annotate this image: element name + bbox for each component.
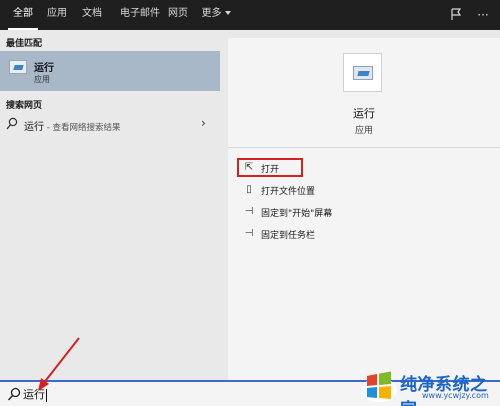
- search-input-value: 运行: [23, 388, 45, 401]
- pin-to-start-label: 固定到"开始"屏幕: [261, 209, 333, 219]
- run-app-icon: [9, 60, 27, 74]
- tab-web[interactable]: 网页: [164, 0, 192, 30]
- web-search-result[interactable]: 运行 - 查看网络搜索结果 ›: [0, 114, 220, 136]
- tab-all[interactable]: 全部: [8, 0, 38, 30]
- ellipsis-icon[interactable]: ···: [470, 0, 496, 30]
- results-pane: 最佳匹配 运行 应用 搜索网页 运行 - 查看网络搜索结果 ›: [0, 30, 222, 380]
- pin-icon: ⊣: [244, 228, 254, 239]
- best-match-heading: 最佳匹配: [6, 39, 43, 49]
- best-match-subtitle: 应用: [34, 75, 50, 84]
- open-highlight-box: [237, 158, 303, 177]
- text-cursor: [46, 388, 47, 402]
- search-icon: [7, 387, 21, 401]
- best-match-item[interactable]: 运行 应用: [0, 51, 220, 91]
- open-file-location-label: 打开文件位置: [261, 187, 316, 197]
- tab-more[interactable]: 更多: [199, 0, 233, 30]
- search-icon: [6, 117, 18, 130]
- pin-to-start-action[interactable]: ⊣ 固定到"开始"屏幕: [242, 204, 392, 220]
- detail-title: 运行: [353, 107, 375, 120]
- detail-subtitle: 应用: [354, 126, 373, 136]
- web-result-query: 运行: [24, 122, 44, 133]
- best-match-title: 运行: [34, 63, 54, 74]
- web-result-text: 运行 - 查看网络搜索结果: [24, 118, 120, 133]
- pin-icon: ⊣: [244, 206, 254, 217]
- chevron-down-icon: [224, 11, 231, 15]
- tab-apps[interactable]: 应用: [44, 0, 70, 30]
- web-result-suffix: - 查看网络搜索结果: [44, 123, 121, 133]
- divider: [228, 147, 500, 148]
- tab-documents[interactable]: 文档: [79, 0, 105, 30]
- search-filter-bar: 全部 应用 文档 电子邮件 网页 更多 ···: [0, 0, 500, 30]
- web-search-heading: 搜索网页: [6, 101, 43, 111]
- search-input[interactable]: 运行: [23, 386, 47, 402]
- open-file-location-action[interactable]: ▯ 打开文件位置: [242, 182, 392, 198]
- windows-logo-icon: [361, 371, 397, 402]
- watermark-url: www.ycwjzy.com: [422, 391, 489, 400]
- run-app-large-icon: [343, 53, 382, 92]
- file-location-icon: ▯: [246, 184, 252, 195]
- feedback-icon[interactable]: [443, 0, 469, 30]
- detail-pane: 运行 应用 ⇱ 打开 ▯ 打开文件位置 ⊣ 固定到"开始"屏幕 ⊣ 固定到任务栏: [228, 38, 500, 380]
- watermark-logo: 纯净系统之家 www.ycwjzy.com: [356, 366, 500, 406]
- tab-email[interactable]: 电子邮件: [114, 0, 166, 30]
- chevron-right-icon[interactable]: ›: [201, 116, 206, 130]
- pin-to-taskbar-action[interactable]: ⊣ 固定到任务栏: [242, 226, 392, 242]
- pin-to-taskbar-label: 固定到任务栏: [261, 231, 316, 241]
- watermark-brand: 纯净系统之家: [400, 375, 488, 406]
- tab-more-label: 更多: [201, 8, 222, 19]
